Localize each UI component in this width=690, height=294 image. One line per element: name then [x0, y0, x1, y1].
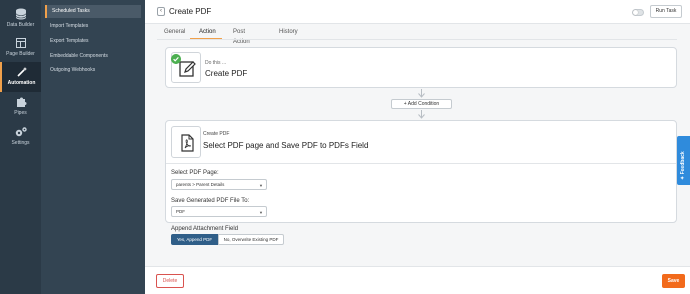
rail-item-settings[interactable]: Settings	[0, 122, 41, 152]
add-condition-button[interactable]: + Add Condition	[391, 99, 452, 109]
tab-action[interactable]: Action	[199, 27, 216, 37]
tabs-divider	[157, 39, 677, 40]
save-to-field-dropdown[interactable]: PDF ▼	[171, 206, 267, 217]
chevron-left-icon: ‹	[160, 8, 162, 14]
arrow-down-icon	[418, 93, 425, 98]
select-pdf-page-dropdown[interactable]: parents > Parent Details ▼	[171, 179, 267, 190]
layout-icon	[15, 38, 26, 48]
save-to-field-label: Save Generated PDF File To:	[171, 198, 250, 204]
feedback-text: Feedback	[680, 151, 686, 175]
run-task-button[interactable]: Run Task	[650, 5, 682, 18]
rail-item-label: Settings	[11, 140, 30, 146]
icon-rail: Data Builder Page Builder Automation Pip…	[0, 0, 41, 294]
append-no-overwrite-button[interactable]: No, Overwrite Existing PDF	[218, 234, 284, 245]
puzzle-icon	[16, 97, 26, 107]
pdf-file-tile	[171, 126, 201, 158]
delete-button[interactable]: Delete	[156, 274, 184, 288]
pdf-file-icon	[181, 134, 194, 152]
automation-subnav: Scheduled Tasks Import Templates Export …	[41, 0, 145, 294]
subnav-item-outgoing-webhooks[interactable]: Outgoing Webhooks	[45, 64, 141, 77]
subnav-item-import-templates[interactable]: Import Templates	[45, 20, 141, 33]
action-title: Select PDF page and Save PDF to PDFs Fie…	[203, 141, 369, 150]
append-attachment-label: Append Attachment Field	[171, 226, 239, 232]
trigger-title: Create PDF	[205, 69, 248, 78]
magic-wand-icon	[16, 67, 27, 77]
save-to-field-value: PDF	[176, 209, 185, 214]
bottom-action-bar: Delete Save	[145, 266, 690, 294]
subnav-item-export-templates[interactable]: Export Templates	[45, 35, 141, 48]
action-card-header: Create PDF Select PDF page and Save PDF …	[166, 121, 676, 164]
top-bar: ‹ Create PDF Run Task	[145, 0, 690, 24]
append-yes-button[interactable]: Yes, Append PDF	[171, 234, 218, 245]
rail-item-label: Pipes	[14, 110, 27, 116]
rail-item-label: Page Builder	[6, 51, 35, 57]
chevron-down-icon: ▼	[259, 183, 263, 188]
rail-item-page-builder[interactable]: Page Builder	[0, 33, 41, 63]
gears-icon	[15, 127, 27, 137]
page-title: Create PDF	[169, 7, 212, 16]
action-trigger-card[interactable]: Do this ... Create PDF	[165, 47, 677, 88]
action-eyebrow: Create PDF	[203, 131, 230, 137]
rail-item-data-builder[interactable]: Data Builder	[0, 4, 41, 34]
select-pdf-page-label: Select PDF Page:	[171, 170, 219, 176]
rail-item-label: Automation	[7, 80, 36, 86]
rail-item-pipes[interactable]: Pipes	[0, 92, 41, 122]
action-config-card: Create PDF Select PDF page and Save PDF …	[165, 120, 677, 245]
arrow-down-icon	[418, 114, 425, 119]
task-enabled-toggle[interactable]	[632, 9, 644, 16]
database-icon	[15, 8, 26, 20]
tab-history[interactable]: History	[279, 27, 298, 37]
tab-general[interactable]: General	[164, 27, 185, 37]
tab-post-action[interactable]: Post Action	[233, 27, 250, 47]
feedback-label: ✦ Feedback	[678, 151, 689, 180]
subnav-item-scheduled-tasks[interactable]: Scheduled Tasks	[45, 5, 141, 18]
rail-item-automation[interactable]: Automation	[0, 62, 41, 92]
save-button[interactable]: Save	[662, 274, 685, 288]
feedback-tab[interactable]: ✦ Feedback	[677, 136, 690, 185]
subnav-item-embeddable-components[interactable]: Embeddable Components	[45, 50, 141, 63]
check-circle-icon	[171, 54, 181, 64]
select-pdf-page-value: parents > Parent Details	[176, 182, 225, 187]
chevron-down-icon: ▼	[259, 210, 263, 215]
rail-item-label: Data Builder	[6, 22, 35, 28]
back-button[interactable]: ‹	[157, 7, 165, 16]
feedback-icon: ✦	[680, 175, 686, 180]
trigger-eyebrow: Do this ...	[205, 60, 227, 66]
